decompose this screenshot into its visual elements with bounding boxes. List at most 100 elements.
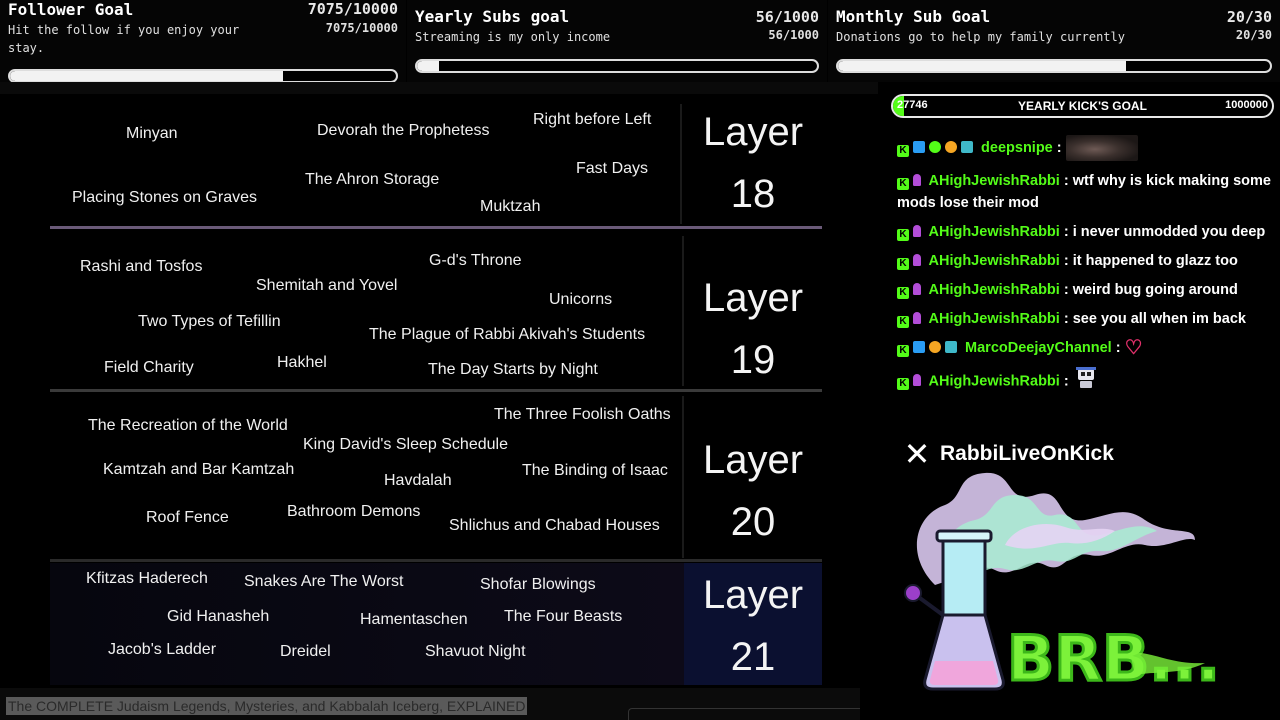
chat-colon: : [1063, 282, 1073, 298]
layer-word: Layer [702, 110, 804, 154]
iceberg-item: The Ahron Storage [305, 171, 440, 188]
mod-sword-badge-icon [913, 225, 921, 237]
video-top-edge [0, 82, 878, 94]
iceberg-item: King David's Sleep Schedule [303, 436, 508, 453]
layer-word: Layer [702, 438, 804, 482]
iceberg-item: Fast Days [576, 160, 649, 177]
iceberg-item: Unicorns [549, 291, 613, 308]
gift-badge-icon [929, 341, 941, 353]
goal-title: Follower Goal [8, 0, 134, 19]
goal-progress-fill [838, 61, 1127, 71]
goal-count: 20/30 [1226, 8, 1272, 26]
chat-colon: : [1115, 340, 1125, 356]
chat-message: K AHighJewishRabbi : [897, 366, 1275, 397]
mod-sword-badge-icon [913, 254, 921, 266]
chat-text: it happened to glazz too [1072, 253, 1238, 269]
chat-username[interactable]: AHighJewishRabbi [929, 311, 1060, 327]
chat-colon: : [1063, 224, 1073, 240]
iceberg-item: Hakhel [277, 354, 327, 371]
kick-badge-icon: K [897, 345, 909, 357]
kick-goal-title: YEARLY KICK'S GOAL [1018, 99, 1147, 113]
chat-colon: : [1063, 373, 1073, 390]
iceberg-item: Kamtzah and Bar Kamtzah [103, 461, 295, 478]
kick-badge-icon: K [897, 144, 909, 157]
iceberg-item: Shemitah and Yovel [256, 277, 398, 294]
chat-colon: : [1063, 253, 1073, 269]
iceberg-item: Right before Left [533, 111, 652, 128]
video-scrub-area[interactable] [628, 708, 860, 720]
goal-count-small: 20/30 [1235, 28, 1272, 42]
brb-bong-illustration: BRB... [895, 465, 1225, 697]
verified-badge-icon [929, 140, 941, 153]
goal-progress-bar [836, 59, 1272, 73]
chat-message: K deepsnipe : [897, 135, 1275, 163]
iceberg-item: Placing Stones on Graves [72, 189, 257, 206]
goal-description: Hit the follow if you enjoy your stay. [8, 23, 240, 55]
kick-badge-icon: K [897, 316, 909, 328]
kick-badge-icon: K [897, 178, 909, 190]
chat-username[interactable]: AHighJewishRabbi [929, 282, 1060, 298]
chat-username[interactable]: deepsnipe [981, 140, 1053, 156]
chat-colon: : [1056, 139, 1066, 156]
chat-username[interactable]: AHighJewishRabbi [929, 224, 1060, 240]
iceberg-item: Devorah the Prophetess [317, 122, 490, 139]
video-title-caption: The COMPLETE Judaism Legends, Mysteries,… [6, 697, 528, 715]
vip-badge-icon [913, 341, 925, 353]
iceberg-item: Roof Fence [146, 509, 229, 526]
chat-messages: K deepsnipe : K AHighJewishRabbi : wtf w… [897, 135, 1275, 404]
social-handle-text: RabbiLiveOnKick [940, 442, 1114, 465]
sub-badge-icon [961, 140, 973, 153]
layer-divider-vertical [682, 396, 684, 558]
goal-count-small: 7075/10000 [325, 21, 398, 35]
chat-message: K AHighJewishRabbi : i never unmodded yo… [897, 221, 1275, 243]
layer-number: 20 [730, 500, 776, 544]
yearly-subs-goal-widget: Yearly Subs goal 56/1000 Streaming is my… [407, 0, 827, 82]
goal-count: 7075/10000 [307, 0, 398, 18]
layer-number: 21 [730, 635, 776, 679]
iceberg-item: Field Charity [104, 359, 194, 376]
iceberg-item: Two Types of Tefillin [138, 313, 281, 330]
chat-message: K MarcoDeejayChannel : ♡ [897, 337, 1275, 359]
chat-username[interactable]: AHighJewishRabbi [929, 253, 1060, 269]
iceberg-item: The Recreation of the World [88, 417, 288, 434]
iceberg-item: Gid Hanasheh [167, 608, 270, 625]
iceberg-item: Havdalah [384, 472, 452, 489]
chat-message: K AHighJewishRabbi : see you all when im… [897, 308, 1275, 330]
goal-description: Streaming is my only income [415, 30, 611, 44]
iceberg-item: The Day Starts by Night [428, 361, 598, 378]
iceberg-item: Muktzah [480, 198, 541, 215]
robot-emote-icon [1073, 366, 1099, 397]
chat-username[interactable]: MarcoDeejayChannel [965, 340, 1112, 356]
layer-divider [50, 559, 822, 562]
goal-progress-bar [8, 69, 398, 83]
iceberg-item: The Plague of Rabbi Akivah's Students [369, 326, 646, 343]
chat-username[interactable]: AHighJewishRabbi [929, 173, 1060, 189]
iceberg-item: G-d's Throne [429, 252, 522, 269]
chat-username[interactable]: AHighJewishRabbi [929, 373, 1060, 389]
kick-badge-icon: K [897, 229, 909, 241]
svg-text:BRB...: BRB... [1007, 622, 1220, 695]
kick-goal-target: 1000000 [1225, 99, 1268, 111]
layer-label-20: Layer 20 [684, 396, 822, 558]
iceberg-item: Kfitzas Haderech [86, 570, 208, 587]
gift-badge-icon [945, 140, 957, 153]
goal-count-small: 56/1000 [768, 28, 819, 42]
heart-emote-icon: ♡ [1124, 337, 1143, 360]
iceberg-item: The Binding of Isaac [522, 462, 668, 479]
chat-message: K AHighJewishRabbi : weird bug going aro… [897, 279, 1275, 301]
mod-sword-badge-icon [913, 174, 921, 186]
iceberg-item: Snakes Are The Worst [244, 573, 404, 590]
kick-badge-icon: K [897, 378, 909, 391]
layer-divider-vertical [680, 104, 682, 224]
layer-divider-vertical [682, 236, 684, 386]
mod-sword-badge-icon [913, 312, 921, 324]
layer-word: Layer [702, 573, 804, 617]
layer-word: Layer [702, 276, 804, 320]
iceberg-item: Shlichus and Chabad Houses [449, 517, 660, 534]
iceberg-item: Bathroom Demons [287, 503, 421, 520]
chat-message: K AHighJewishRabbi : wtf why is kick mak… [897, 170, 1275, 214]
iceberg-item: Jacob's Ladder [108, 641, 217, 658]
layer-label-19: Layer 19 [684, 236, 822, 386]
chat-message: K AHighJewishRabbi : it happened to glaz… [897, 250, 1275, 272]
chat-colon: : [1063, 173, 1073, 189]
